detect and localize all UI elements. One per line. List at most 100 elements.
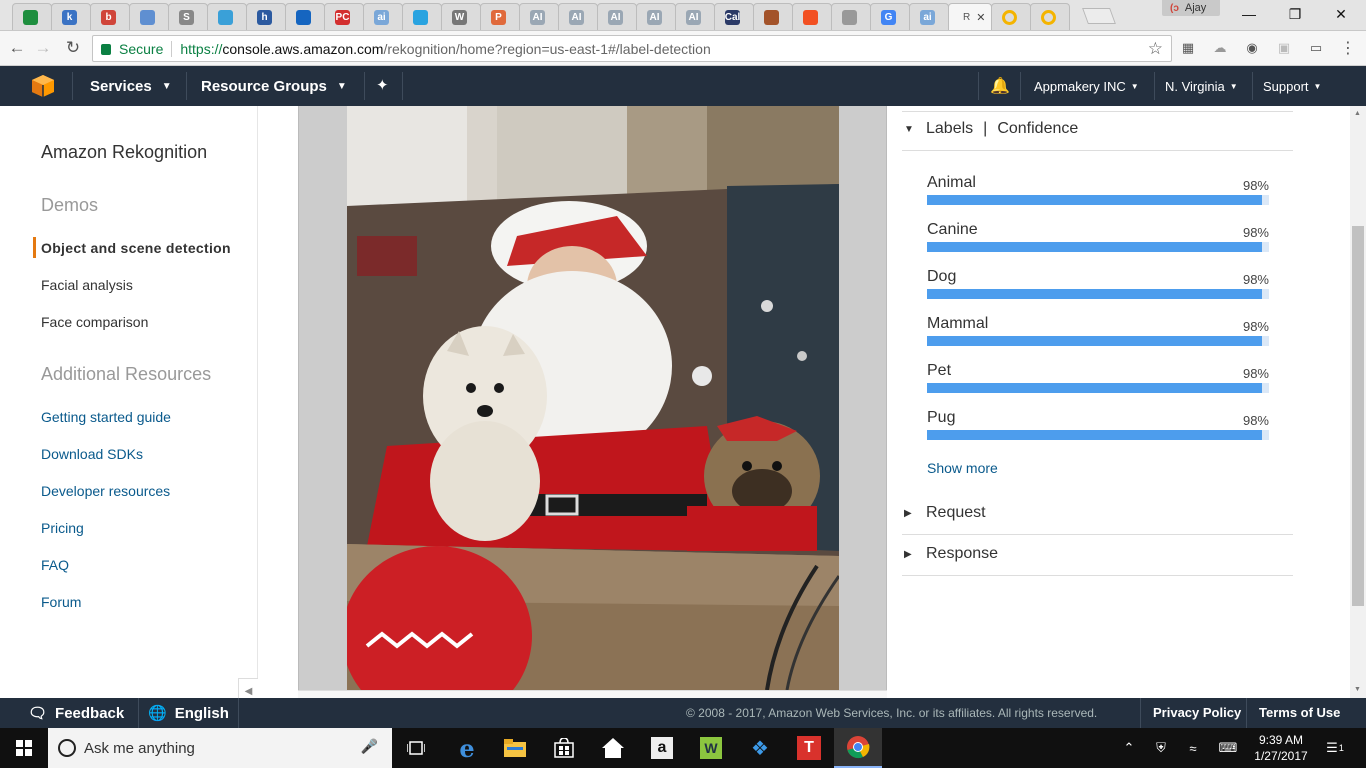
sidebar-item-object-scene-detection[interactable]: Object and scene detection: [41, 240, 231, 256]
browser-tab[interactable]: [129, 3, 169, 30]
file-explorer-icon[interactable]: [491, 728, 539, 768]
sidebar-item-face-comparison[interactable]: Face comparison: [41, 314, 148, 330]
browser-tab[interactable]: [1030, 3, 1070, 30]
resource-groups-menu[interactable]: Resource Groups ▼: [201, 66, 347, 106]
restore-icon[interactable]: ❐: [1272, 0, 1318, 28]
system-clock[interactable]: 9:39 AM 1/27/2017: [1252, 732, 1310, 764]
caret-right-icon: ▶: [904, 507, 912, 519]
account-label: Appmakery INC: [1034, 78, 1126, 94]
wifi-icon[interactable]: ≈: [1182, 728, 1204, 768]
browser-tab[interactable]: [207, 3, 247, 30]
wunderlist-icon[interactable]: W: [687, 728, 735, 768]
sidebar-item-forum[interactable]: Forum: [41, 594, 81, 610]
scroll-up-icon[interactable]: ▲: [1354, 110, 1361, 117]
label-confidence: 98%: [1242, 413, 1269, 428]
amazon-icon[interactable]: a: [638, 728, 686, 768]
cortana-search-box[interactable]: Ask me anything 🎤: [48, 728, 392, 768]
p-icon: P: [491, 9, 506, 25]
terms-of-use-link[interactable]: Terms of Use: [1259, 705, 1340, 720]
address-bar[interactable]: Secure https:// console.aws.amazon.com /…: [92, 35, 1172, 62]
task-view-icon[interactable]: [392, 728, 440, 768]
browser-tab[interactable]: [792, 3, 832, 30]
browser-tab[interactable]: [402, 3, 442, 30]
browser-tab[interactable]: Cal: [714, 3, 754, 30]
browser-tab[interactable]: S: [168, 3, 208, 30]
keyboard-icon[interactable]: ⌨: [1214, 728, 1242, 768]
browser-tab[interactable]: [285, 3, 325, 30]
reader-icon[interactable]: ▦: [1179, 39, 1197, 57]
pin-icon[interactable]: ✦: [376, 76, 389, 94]
home-icon[interactable]: [589, 728, 637, 768]
scrollbar-thumb[interactable]: [1352, 226, 1364, 606]
sidebar-item-getting-started[interactable]: Getting started guide: [41, 409, 171, 425]
new-tab-button[interactable]: [1082, 8, 1116, 24]
browser-tab[interactable]: [12, 3, 52, 30]
request-accordion-header[interactable]: ▶ Request: [902, 492, 1293, 534]
response-accordion-header[interactable]: ▶ Response: [902, 533, 1293, 575]
store-icon[interactable]: [540, 728, 588, 768]
language-button[interactable]: 🌐 English: [148, 698, 229, 728]
browser-tab[interactable]: PC: [324, 3, 364, 30]
browser-tab[interactable]: P: [480, 3, 520, 30]
sidebar-item-developer-resources[interactable]: Developer resources: [41, 483, 170, 499]
browser-tab[interactable]: AI: [675, 3, 715, 30]
browser-tab[interactable]: G: [870, 3, 910, 30]
browser-tab[interactable]: [831, 3, 871, 30]
bell-icon[interactable]: 🔔: [990, 66, 1010, 106]
security-icon[interactable]: ⛨: [1150, 728, 1172, 768]
bookmark-star-icon[interactable]: ☆: [1148, 39, 1163, 59]
profile-button[interactable]: (ↄ Ajay: [1162, 0, 1220, 16]
url-path: /rekognition/home?region=us-east-1#/labe…: [383, 40, 711, 57]
edge-icon[interactable]: e: [443, 728, 491, 768]
close-window-icon[interactable]: ✕: [1318, 0, 1364, 28]
microphone-icon[interactable]: 🎤: [361, 738, 378, 755]
color-picker-icon[interactable]: ◉: [1243, 39, 1261, 57]
browser-tab[interactable]: AI: [519, 3, 559, 30]
sidebar-item-pricing[interactable]: Pricing: [41, 520, 84, 536]
menu-icon[interactable]: ⋮: [1339, 39, 1357, 57]
extension-icon[interactable]: ☁: [1211, 39, 1229, 57]
back-icon[interactable]: ←: [6, 37, 28, 59]
show-more-link[interactable]: Show more: [927, 460, 998, 476]
t-app-icon[interactable]: T: [785, 728, 833, 768]
services-menu[interactable]: Services ▼: [90, 66, 172, 106]
browser-tab[interactable]: AI: [558, 3, 598, 30]
sidebar-item-facial-analysis[interactable]: Facial analysis: [41, 277, 133, 293]
forward-icon[interactable]: →: [32, 37, 54, 59]
browser-tab[interactable]: h: [246, 3, 286, 30]
browser-tab-active[interactable]: R ✕: [948, 3, 992, 30]
browser-tab[interactable]: AI: [597, 3, 637, 30]
circle-icon: [218, 9, 233, 25]
header-pipe: |: [983, 120, 988, 137]
browser-tab[interactable]: AI: [636, 3, 676, 30]
browser-tab[interactable]: [753, 3, 793, 30]
close-tab-icon[interactable]: ✕: [976, 11, 985, 24]
minimize-icon[interactable]: —: [1226, 0, 1272, 28]
browser-tab[interactable]: k: [51, 3, 91, 30]
privacy-policy-link[interactable]: Privacy Policy: [1153, 705, 1241, 720]
page-scrollbar[interactable]: ▲ ▼: [1350, 106, 1366, 698]
labels-accordion-header[interactable]: ▼ Labels | Confidence: [902, 108, 1293, 150]
browser-tab[interactable]: b: [90, 3, 130, 30]
windows-start-icon[interactable]: [0, 728, 48, 768]
browser-tab[interactable]: W: [441, 3, 481, 30]
chrome-icon[interactable]: [834, 728, 882, 768]
region-menu[interactable]: N. Virginia ▼: [1165, 66, 1238, 106]
confidence-heading: Confidence: [997, 120, 1079, 137]
scroll-down-icon[interactable]: ▼: [1354, 686, 1361, 693]
browser-tab[interactable]: ai: [363, 3, 403, 30]
feedback-button[interactable]: 🗨 Feedback: [28, 698, 124, 728]
action-center-icon[interactable]: ☰ 1: [1320, 728, 1350, 768]
support-menu[interactable]: Support ▼: [1263, 66, 1321, 106]
dropbox-icon[interactable]: ❖: [736, 728, 784, 768]
account-menu[interactable]: Appmakery INC ▼: [1034, 66, 1139, 106]
browser-tab[interactable]: [991, 3, 1031, 30]
tray-chevron-icon[interactable]: ⌃: [1118, 728, 1140, 768]
sidebar-item-download-sdks[interactable]: Download SDKs: [41, 446, 143, 462]
sidebar-item-faq[interactable]: FAQ: [41, 557, 69, 573]
browser-tab[interactable]: ai: [909, 3, 949, 30]
extension-icon[interactable]: ▣: [1275, 39, 1293, 57]
reload-icon[interactable]: ↻: [62, 37, 84, 59]
aws-cube-icon[interactable]: [30, 74, 56, 98]
cast-icon[interactable]: ▭: [1307, 39, 1325, 57]
